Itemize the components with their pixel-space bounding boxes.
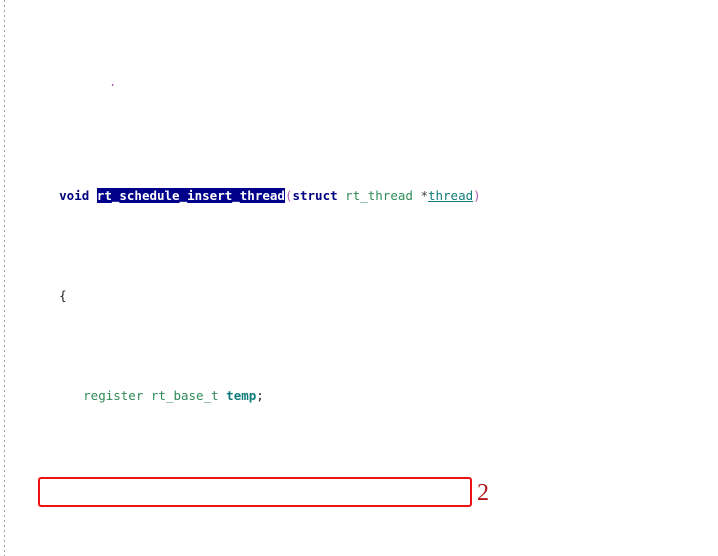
type-rt-base-t: rt_base_t — [150, 388, 219, 403]
code-line-decl-temp: register rt_base_t temp; — [0, 366, 718, 403]
source-code-block: / void rt_schedule_insert_thread(struct … — [0, 0, 718, 556]
code-line-blank-1 — [0, 446, 718, 466]
type-rt-thread: rt_thread — [345, 188, 413, 203]
keyword-struct: struct — [292, 188, 338, 203]
brace-open: { — [59, 288, 67, 303]
annotation-label-2: 2 — [477, 480, 489, 506]
code-editor-view: / void rt_schedule_insert_thread(struct … — [0, 0, 718, 556]
semicolon: ; — [256, 388, 264, 403]
code-line-open-brace: { — [0, 266, 718, 303]
partial-comment: / — [107, 81, 115, 86]
selected-function-name[interactable]: rt_schedule_insert_thread — [96, 188, 285, 203]
keyword-void: void — [59, 188, 90, 203]
param-thread: thread — [427, 188, 474, 203]
code-line-signature[interactable]: void rt_schedule_insert_thread(struct rt… — [0, 166, 718, 203]
close-paren: ) — [473, 188, 481, 203]
var-temp: temp — [226, 388, 257, 403]
code-line-0: / — [0, 80, 718, 86]
keyword-register: register — [83, 388, 144, 403]
pointer-star: * — [420, 188, 428, 203]
code-line-assert: RT_ASSERT(thread != RT_NULL); — [0, 546, 718, 556]
